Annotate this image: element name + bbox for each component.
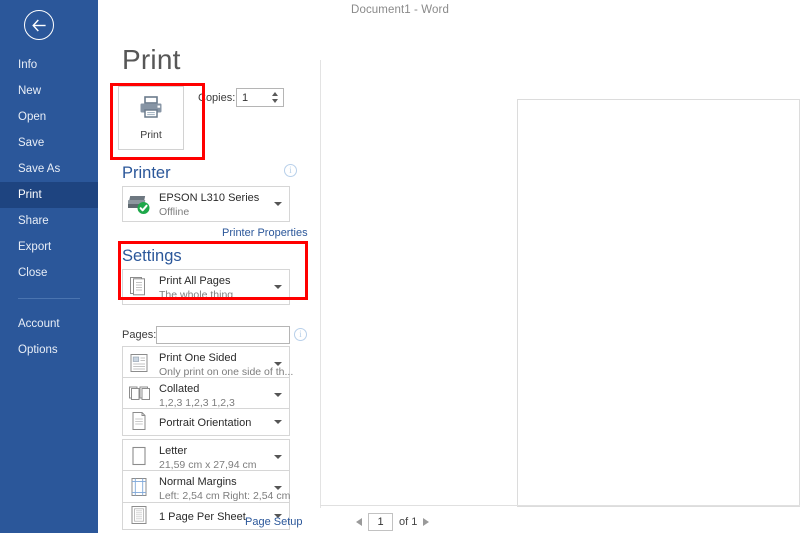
print-preview-page (517, 99, 800, 507)
chevron-down-icon[interactable] (274, 455, 282, 459)
pages-per-sheet-icon (128, 504, 152, 528)
printer-name: EPSON L310 Series (159, 192, 260, 204)
print-button[interactable]: Print (118, 86, 184, 150)
collation-title: Collated (159, 383, 200, 395)
pages-label: Pages: (122, 329, 157, 341)
document-pages-icon (128, 275, 152, 299)
setting-print-range[interactable]: Print All Pages The whole thing (122, 269, 290, 305)
copies-stepper[interactable]: 1 (236, 88, 284, 107)
sidebar-item-print[interactable]: Print (0, 182, 98, 208)
orientation-title: Portrait Orientation (159, 417, 252, 429)
next-page-icon[interactable] (423, 518, 430, 526)
spinner-up-icon[interactable] (272, 91, 278, 96)
pages-info-icon[interactable]: i (294, 328, 307, 341)
chevron-down-icon[interactable] (274, 486, 282, 490)
chevron-down-icon[interactable] (274, 393, 282, 397)
printer-selector[interactable]: EPSON L310 Series Offline (122, 186, 290, 222)
sidebar-item-save[interactable]: Save (0, 130, 98, 156)
prev-page-icon[interactable] (356, 518, 362, 526)
chevron-down-icon[interactable] (274, 202, 282, 206)
print-range-title: Print All Pages (159, 275, 231, 287)
paper-icon (128, 445, 152, 469)
page-setup-link[interactable]: Page Setup (245, 516, 303, 528)
sidebar-item-info[interactable]: Info (0, 52, 98, 78)
preview-bottom-divider (320, 505, 800, 506)
setting-orientation[interactable]: Portrait Orientation (122, 408, 290, 436)
printer-section-heading: Printer (122, 164, 171, 182)
sidebar-nav: Info New Open Save Save As Print Share E… (0, 52, 98, 363)
chevron-down-icon[interactable] (274, 362, 282, 366)
pages-input[interactable] (156, 326, 290, 344)
sidebar-item-save-as[interactable]: Save As (0, 156, 98, 182)
copies-value: 1 (242, 92, 249, 104)
settings-section-heading: Settings (122, 247, 182, 265)
sidebar-item-open[interactable]: Open (0, 104, 98, 130)
printer-status-icon (125, 192, 152, 216)
sidebar-item-export[interactable]: Export (0, 234, 98, 260)
word-print-backstage: Document1 - Word Info New Open Save Save… (0, 0, 800, 533)
paper-size-title: Letter (159, 445, 188, 457)
print-sides-title: Print One Sided (159, 352, 237, 364)
back-arrow-icon[interactable] (24, 10, 54, 40)
page-navigator: 1 of 1 (356, 513, 430, 531)
chevron-down-icon[interactable] (274, 420, 282, 424)
sidebar-item-account[interactable]: Account (0, 311, 98, 337)
print-button-label: Print (140, 129, 162, 141)
printer-properties-link[interactable]: Printer Properties (222, 227, 308, 239)
print-range-subtitle: The whole thing (159, 289, 234, 301)
setting-margins[interactable]: Normal Margins Left: 2,54 cm Right: 2,54… (122, 470, 290, 506)
spinner-down-icon[interactable] (272, 99, 278, 104)
window-title: Document1 - Word (351, 4, 449, 16)
sidebar-item-close[interactable]: Close (0, 260, 98, 286)
sidebar-item-share[interactable]: Share (0, 208, 98, 234)
printer-status: Offline (159, 206, 190, 218)
sidebar-item-options[interactable]: Options (0, 337, 98, 363)
collate-icon (128, 383, 152, 407)
copies-spinner[interactable] (270, 90, 280, 105)
current-page-input[interactable]: 1 (368, 513, 393, 531)
sidebar-item-new[interactable]: New (0, 78, 98, 104)
page-count-label: of 1 (399, 516, 418, 528)
portrait-icon (128, 410, 152, 434)
chevron-down-icon[interactable] (274, 285, 282, 289)
printer-info-icon[interactable]: i (284, 164, 297, 177)
copies-label: Copies: (198, 92, 236, 104)
printer-icon (138, 95, 164, 124)
page-title: Print (122, 44, 181, 75)
print-pane: Print Print Copies: 1 Printer i EPSON L3… (98, 26, 800, 533)
margins-subtitle: Left: 2,54 cm Right: 2,54 cm (159, 490, 291, 502)
preview-divider (320, 60, 321, 508)
one-sided-icon (128, 352, 152, 376)
margins-title: Normal Margins (159, 476, 237, 488)
title-bar: Document1 - Word (0, 0, 800, 26)
backstage-sidebar: Info New Open Save Save As Print Share E… (0, 0, 98, 533)
pages-per-sheet-title: 1 Page Per Sheet (159, 511, 246, 523)
margins-icon (128, 476, 152, 500)
